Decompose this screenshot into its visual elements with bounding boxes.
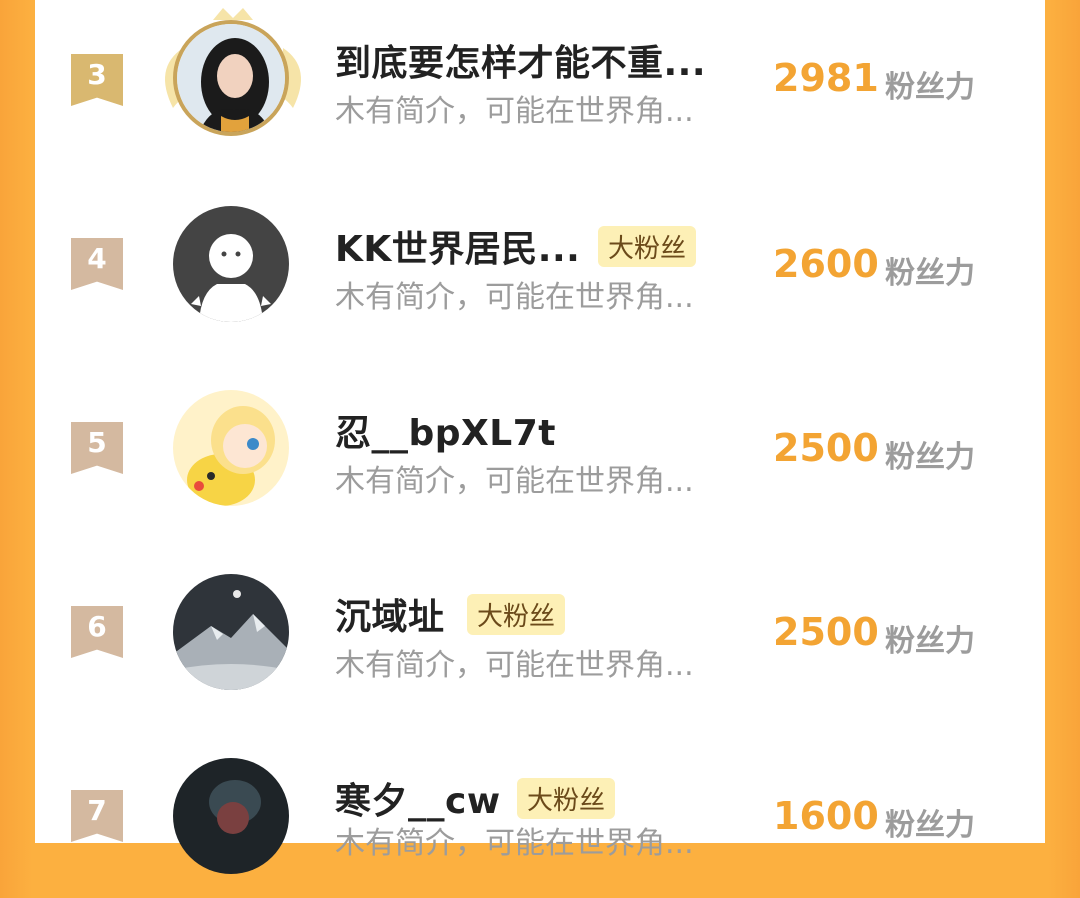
fan-score: 2600 <box>773 242 879 286</box>
fan-score-unit: 粉丝力 <box>885 70 975 105</box>
user-bio: 木有简介，可能在世界角... <box>335 280 694 315</box>
fan-score-unit: 粉丝力 <box>885 624 975 659</box>
fan-score: 2981 <box>773 56 879 100</box>
mountain-night-avatar-icon <box>173 574 289 690</box>
fan-score: 1600 <box>773 794 879 838</box>
fan-score-unit: 粉丝力 <box>885 440 975 475</box>
user-bio: 木有简介，可能在世界角... <box>335 648 694 683</box>
list-item[interactable]: 7 寒夕__cw 大粉丝 木有简介，可能在世界角... 1600 粉丝力 <box>35 748 1045 898</box>
fan-ranking-list: 3 到底要怎样才能不重... 木有简介，可能在世界角... 2981 粉丝力 4 <box>35 0 1045 874</box>
list-item[interactable]: 3 到底要怎样才能不重... 木有简介，可能在世界角... 2981 粉丝力 <box>35 8 1045 160</box>
fan-score: 2500 <box>773 610 879 654</box>
avatar[interactable] <box>173 390 289 506</box>
big-fan-badge: 大粉丝 <box>467 594 566 635</box>
user-bio: 木有简介，可能在世界角... <box>335 826 694 861</box>
user-name[interactable]: KK世界居民... <box>335 220 580 272</box>
dark-photo-avatar-icon <box>173 758 289 874</box>
rank-ribbon: 6 <box>71 606 123 658</box>
rank-ribbon: 7 <box>71 790 123 842</box>
user-bio: 木有简介，可能在世界角... <box>335 94 694 129</box>
user-name[interactable]: 到底要怎样才能不重... <box>335 34 706 86</box>
anime-avatar-icon <box>173 390 289 506</box>
user-bio: 木有简介，可能在世界角... <box>335 464 694 499</box>
fan-score-unit: 粉丝力 <box>885 256 975 291</box>
user-name[interactable]: 寒夕__cw <box>335 772 501 824</box>
avatar[interactable] <box>173 574 289 690</box>
avatar[interactable] <box>173 206 289 322</box>
list-item[interactable]: 4 KK世界居民... 大粉丝 木有简介，可能在世界角... 2600 粉丝力 <box>35 196 1045 346</box>
avatar[interactable] <box>173 20 289 136</box>
rank-ribbon: 5 <box>71 422 123 474</box>
default-ghost-avatar-icon <box>173 206 289 322</box>
big-fan-badge: 大粉丝 <box>517 778 616 819</box>
fan-score-unit: 粉丝力 <box>885 808 975 843</box>
list-item[interactable]: 6 沉域址 大粉丝 木有简介，可能在世界角... 2500 粉丝力 <box>35 564 1045 714</box>
rank-ribbon: 4 <box>71 238 123 290</box>
rank-ribbon: 3 <box>71 54 123 106</box>
list-item[interactable]: 5 忍__bpXL7t 木有简介，可能在世界角... 2500 粉丝力 <box>35 380 1045 530</box>
big-fan-badge: 大粉丝 <box>598 226 697 267</box>
fan-score: 2500 <box>773 426 879 470</box>
user-name[interactable]: 沉域址 <box>335 588 445 640</box>
user-name[interactable]: 忍__bpXL7t <box>335 404 556 456</box>
avatar[interactable] <box>173 758 289 874</box>
